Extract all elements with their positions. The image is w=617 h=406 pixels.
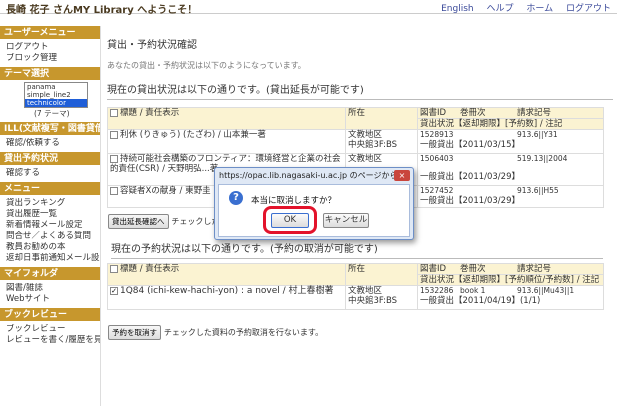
sidebar-item-return-mail[interactable]: 返却日事前通知メール設定 <box>0 253 100 264</box>
row-callno: 913.6||H55 <box>517 186 559 195</box>
sidebar: ユーザーメニュー ログアウト ブロック管理 テーマ選択 panama simpl… <box>0 26 101 406</box>
header-location: 所在 <box>345 107 418 130</box>
header-status: 貸出状況【返却期限】[予約数] / 注記 <box>420 119 563 129</box>
row-status: 一般貸出【2011/03/29】 <box>420 196 520 206</box>
row-id: 1506403 <box>420 154 454 163</box>
select-all-checkbox[interactable] <box>110 108 118 117</box>
home-link[interactable]: ホーム <box>526 4 553 14</box>
extend-loan-button[interactable]: 貸出延長確認へ <box>108 214 169 229</box>
reservations-actions: 予約を取消す チェックした資料の予約取消を行ないます。 <box>108 325 323 340</box>
top-bar: 長崎 花子 さんMY Library へようこそ！ English ヘルプ ホー… <box>0 0 617 16</box>
row-callno: 913.6||Mu43||1 <box>517 286 575 295</box>
cancel-reservation-button[interactable]: 予約を取消す <box>108 325 161 340</box>
dialog-message: 本当に取消しますか？ <box>251 196 337 206</box>
row-location-detail: 中央館3F:BS <box>348 140 398 150</box>
extend-note: チェックした <box>171 217 220 226</box>
header-volume: 巻冊次 <box>460 108 486 118</box>
greeting: 長崎 花子 さんMY Library へようこそ！ <box>6 5 198 16</box>
row-location-detail: 中央館3F:BS <box>348 296 398 306</box>
top-links: English ヘルプ ホーム ログアウト <box>431 1 611 14</box>
row-location: 文教地区 <box>348 286 383 296</box>
loan-header: 貸出予約状況 <box>0 152 100 165</box>
row-location: 文教地区 <box>348 130 383 140</box>
header-id: 図書ID <box>420 108 447 118</box>
english-link[interactable]: English <box>441 4 474 14</box>
table-row: 1Q84 (ichi-kew-hachi-yon) : a novel / 村上… <box>107 285 604 310</box>
table-row: 利休 (りきゅう) (たざわ) / 山本兼一著 文教地区 中央館3F:BS 152… <box>107 129 604 154</box>
sidebar-item-recommend[interactable]: 教員お勧めの本 <box>0 242 100 253</box>
main-content: 貸出・予約状況確認 あなたの貸出・予約状況は以下のようになっています。 現在の貸… <box>103 26 617 100</box>
question-icon: ? <box>229 191 243 205</box>
confirm-dialog: https://opac.lib.nagasaki-u.ac.jp のページから… <box>214 167 414 240</box>
header-volume: 巻冊次 <box>460 264 486 274</box>
row-status: 一般貸出【2011/04/19】(1/1) <box>420 296 541 306</box>
sidebar-item-logout[interactable]: ログアウト <box>0 42 100 53</box>
loans-heading: 現在の貸出状況は以下の通りです。(貸出延長が可能です) <box>107 85 364 96</box>
help-link[interactable]: ヘルプ <box>486 4 513 14</box>
theme-option[interactable]: panama <box>25 83 87 91</box>
row-id: 1527452 <box>420 186 454 195</box>
sidebar-item-book-review[interactable]: ブックレビュー <box>0 324 100 335</box>
row-checkbox-checked[interactable] <box>110 286 118 295</box>
dialog-title: https://opac.lib.nagasaki-u.ac.jp のページから… <box>219 171 406 180</box>
header-callno: 請求記号 <box>517 264 552 274</box>
header-id: 図書ID <box>420 264 447 274</box>
sidebar-item-books[interactable]: 図書/雑誌 <box>0 283 100 294</box>
sidebar-item-new-arrivals[interactable]: 新着情報メール設定 <box>0 220 100 231</box>
user-menu-header: ユーザーメニュー <box>0 26 100 39</box>
page-title: 貸出・予約状況確認 <box>107 40 197 51</box>
row-location: 文教地区 <box>348 154 383 164</box>
sidebar-item-history[interactable]: 貸出履歴一覧 <box>0 209 100 220</box>
header-callno: 請求記号 <box>517 108 552 118</box>
table-header-row: 標題 / 責任表示 所在 図書ID 巻冊次 請求記号 貸出状況【返却期限】[予約… <box>107 263 604 286</box>
sidebar-item-websites[interactable]: Webサイト <box>0 294 100 305</box>
select-all-checkbox[interactable] <box>110 264 118 273</box>
sidebar-item-ranking[interactable]: 貸出ランキング <box>0 198 100 209</box>
dialog-close-button[interactable]: × <box>394 170 410 181</box>
header-title: 標題 / 責任表示 <box>120 264 180 274</box>
header-location: 所在 <box>345 263 418 286</box>
row-callno: 913.6||Y31 <box>517 130 558 139</box>
row-id: 1528913 <box>420 130 454 139</box>
row-status: 一般貸出【2011/03/29】 <box>420 172 520 182</box>
row-checkbox[interactable] <box>110 130 118 139</box>
sidebar-item-write-review[interactable]: レビューを書く/履歴を見る <box>0 335 100 346</box>
header-title: 標題 / 責任表示 <box>120 108 180 118</box>
review-header: ブックレビュー <box>0 308 100 321</box>
table-header-row: 標題 / 責任表示 所在 図書ID 巻冊次 請求記号 貸出状況【返却期限】[予約… <box>107 107 604 130</box>
row-checkbox[interactable] <box>110 154 118 163</box>
row-title[interactable]: 容疑者Xの献身 / 東野圭 <box>120 186 211 196</box>
ill-header: ILL(文献複写・図書貸借) <box>0 122 100 135</box>
row-callno: 519.13||2004 <box>517 154 568 163</box>
row-title[interactable]: 利休 (りきゅう) (たざわ) / 山本兼一著 <box>120 130 266 140</box>
loans-actions: 貸出延長確認へ チェックした <box>108 214 219 229</box>
row-title[interactable]: 1Q84 (ichi-kew-hachi-yon) : a novel / 村上… <box>120 286 334 296</box>
logout-link[interactable]: ログアウト <box>566 4 611 14</box>
ok-button[interactable]: OK <box>271 213 309 228</box>
dialog-body: ? 本当に取消しますか？ OK キャンセル <box>218 184 410 237</box>
row-checkbox[interactable] <box>110 186 118 195</box>
page-subtitle: あなたの貸出・予約状況は以下のようになっています。 <box>107 61 306 70</box>
theme-option-selected[interactable]: technicolor <box>25 99 87 107</box>
my-folder-header: マイフォルダ <box>0 267 100 280</box>
theme-select[interactable]: panama simple_line2 technicolor <box>24 82 88 108</box>
sidebar-item-block-management[interactable]: ブロック管理 <box>0 53 100 64</box>
menu-header: メニュー <box>0 182 100 195</box>
row-volume: book 1 <box>460 286 486 295</box>
sidebar-item-loan-check[interactable]: 確認する <box>0 168 100 179</box>
row-status: 一般貸出【2011/03/15】 <box>420 140 520 150</box>
reservations-table: 標題 / 責任表示 所在 図書ID 巻冊次 請求記号 貸出状況【返却期限】[予約… <box>107 263 604 310</box>
header-status: 貸出状況【返却期限】[予約順位/予約数] / 注記 <box>420 275 600 285</box>
reservations-heading: 現在の予約状況は以下の通りです。(予約の取消が可能です) <box>111 244 378 255</box>
sidebar-item-ill-request[interactable]: 確認/依頼する <box>0 138 100 149</box>
cancel-note: チェックした資料の予約取消を行ないます。 <box>163 328 324 337</box>
row-id: 1532286 <box>420 286 454 295</box>
cancel-button[interactable]: キャンセル <box>323 213 369 228</box>
theme-header: テーマ選択 <box>0 67 100 80</box>
theme-option[interactable]: simple_line2 <box>25 91 87 99</box>
sidebar-item-faq[interactable]: 問合せ／よくある質問 <box>0 231 100 242</box>
theme-count: (7 テーマ) <box>34 109 70 118</box>
